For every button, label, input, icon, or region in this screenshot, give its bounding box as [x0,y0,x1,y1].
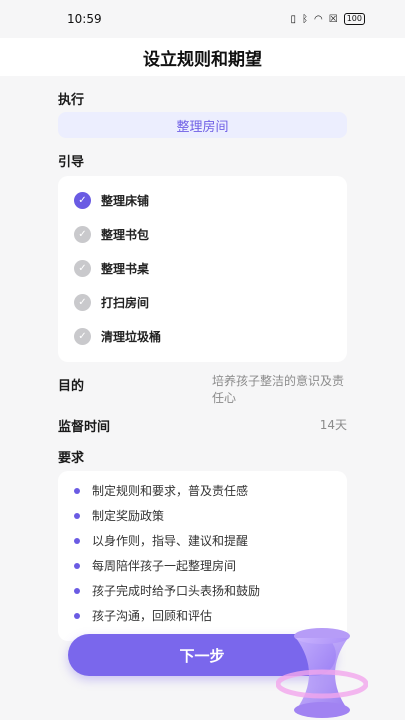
requirement-item: 以身作则，指导、建议和提醒 [74,532,248,549]
bullet-dot-icon [74,487,80,494]
duration-value: 14天 [319,418,347,432]
requirement-text: 以身作则，指导、建议和提醒 [92,534,249,548]
requirement-text: 制定奖励政策 [92,509,165,523]
status-bar: 10:59 ▯ ᛒ ◠ ☒ 100 [0,0,405,38]
guide-item[interactable]: ✓ 打扫房间 [74,294,149,311]
checked-icon: ✓ [74,192,91,209]
guide-card: ✓ 整理床铺 ✓ 整理书包 ✓ 整理书桌 ✓ 打扫房间 ✓ 清理垃圾桶 [58,176,347,362]
bullet-dot-icon [74,612,80,619]
bullet-dot-icon [74,562,80,569]
status-time: 10:59 [67,12,102,26]
requirement-text: 孩子沟通，回顾和评估 [92,609,213,623]
guide-item[interactable]: ✓ 清理垃圾桶 [74,328,161,345]
guide-item-label: 整理书包 [101,228,150,242]
requirements-label: 要求 [58,451,85,466]
close-box-icon: ☒ [328,13,338,25]
unchecked-icon: ✓ [74,226,91,243]
unchecked-icon: ✓ [74,328,91,345]
guide-item-label: 清理垃圾桶 [101,330,162,344]
requirement-item: 孩子完成时给予口头表扬和鼓励 [74,582,260,599]
hourglass-icon [276,628,368,718]
battery-icon: 100 [343,13,365,25]
page-title: 设立规则和期望 [143,49,262,70]
unchecked-icon: ✓ [74,260,91,277]
purpose-label: 目的 [58,379,85,394]
guide-item-label: 整理书桌 [101,262,150,276]
vibrate-icon: ▯ [290,13,297,25]
guide-item[interactable]: ✓ 整理书桌 [74,260,149,277]
wifi-icon: ◠ [314,13,323,25]
requirement-item: 每周陪伴孩子一起整理房间 [74,557,236,574]
header: 设立规则和期望 [0,38,405,76]
guide-label: 引导 [58,155,85,170]
guide-item-label: 打扫房间 [101,296,150,310]
requirement-item: 制定奖励政策 [74,507,164,524]
execute-label: 执行 [58,93,85,108]
execute-task-pill[interactable]: 整理房间 [58,112,347,138]
requirement-text: 制定规则和要求，普及责任感 [92,484,249,498]
bullet-dot-icon [74,537,80,544]
requirement-text: 孩子完成时给予口头表扬和鼓励 [92,584,261,598]
unchecked-icon: ✓ [74,294,91,311]
bluetooth-icon: ᛒ [302,13,309,25]
bullet-dot-icon [74,587,80,594]
duration-label: 监督时间 [58,420,111,435]
requirements-card: 制定规则和要求，普及责任感 制定奖励政策 以身作则，指导、建议和提醒 每周陪伴孩… [58,471,347,641]
guide-item[interactable]: ✓ 整理床铺 [74,192,149,209]
status-icons: ▯ ᛒ ◠ ☒ 100 [290,13,365,25]
guide-item-label: 整理床铺 [101,194,150,208]
purpose-value: 培养孩子整洁的意识及责任心 [212,374,345,405]
bullet-dot-icon [74,512,80,519]
requirement-text: 每周陪伴孩子一起整理房间 [92,559,237,573]
requirement-item: 孩子沟通，回顾和评估 [74,607,212,624]
requirement-item: 制定规则和要求，普及责任感 [74,482,248,499]
guide-item[interactable]: ✓ 整理书包 [74,226,149,243]
